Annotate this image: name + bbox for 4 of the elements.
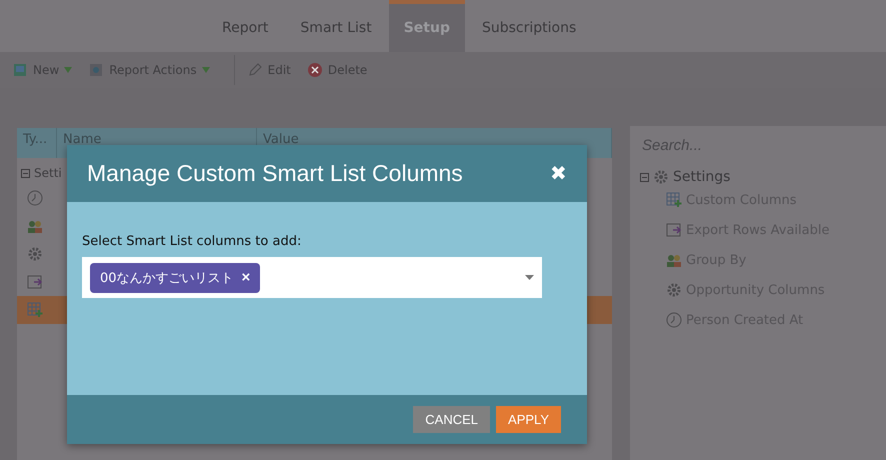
tree-label: Settings	[673, 169, 730, 185]
dialog-title: Manage Custom Smart List Columns	[87, 160, 463, 187]
field-label: Select Smart List columns to add:	[82, 234, 302, 249]
tag-label: 00なんかすごいリスト	[100, 270, 234, 286]
